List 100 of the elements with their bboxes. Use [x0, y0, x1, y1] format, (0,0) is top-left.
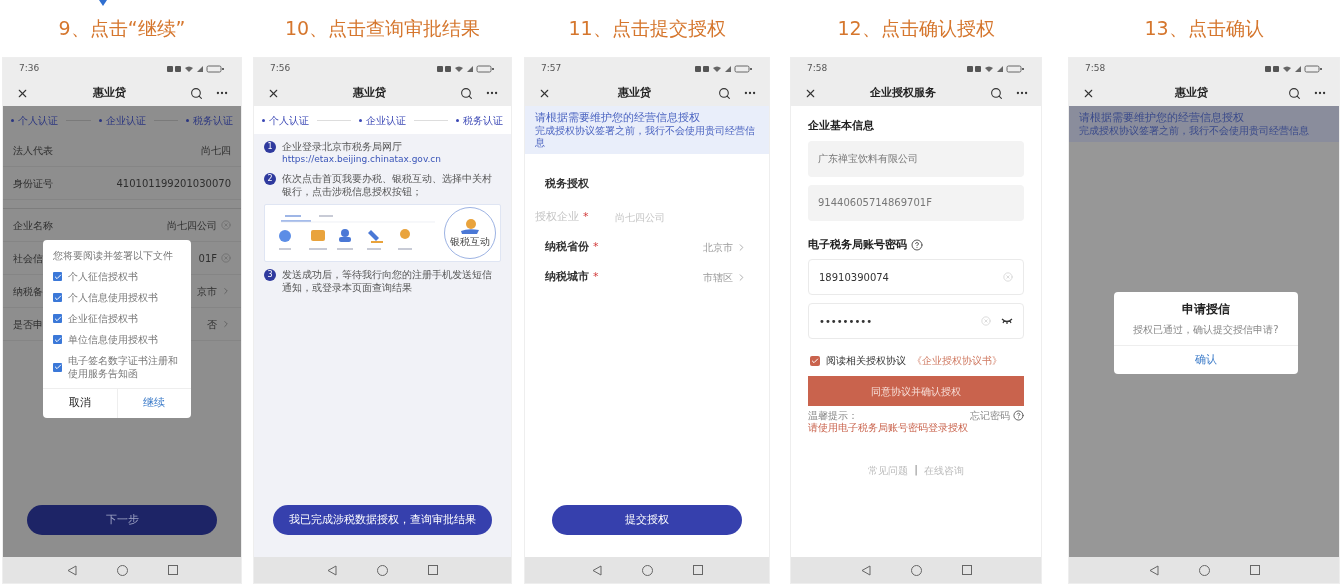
dialog-button[interactable]: 确认 [1114, 346, 1298, 374]
step-caption: 13、点击确认 [1144, 16, 1264, 42]
required-mark: * [583, 209, 589, 226]
required-mark: * [593, 269, 599, 286]
status-time: 7:56 [270, 62, 291, 76]
row-value: 尚七四公司 [167, 218, 217, 233]
row-value: 尚七四 [201, 143, 231, 158]
input-value: ••••••••• [819, 314, 874, 329]
home-icon[interactable] [1198, 564, 1210, 576]
dialog-message: 您将要阅读并签署以下文件 [52, 249, 174, 263]
home-icon[interactable] [641, 564, 653, 576]
page-title: 惠业贷 [92, 84, 126, 101]
search-icon [1287, 86, 1301, 100]
section-heading: 税务授权 [544, 176, 590, 192]
help-icon[interactable] [911, 238, 923, 251]
tip-text: 请使用电子税务局账号密码登录授权 [808, 422, 968, 434]
select-field[interactable]: 北京市 [703, 240, 747, 255]
status-time: 7:58 [807, 62, 828, 76]
hand-coin-icon [460, 219, 480, 235]
agreement-text: 阅读相关授权协议 [826, 354, 906, 368]
status-icons-drawing [167, 65, 225, 73]
page-title: 惠业贷 [617, 84, 651, 101]
step-caption: 9、点击“继续” [58, 16, 186, 42]
confirm-authorization-button[interactable]: 同意协议并确认授权 [808, 376, 1024, 406]
input-field[interactable]: ••••••••• [808, 303, 1024, 339]
status-time: 7:58 [1085, 62, 1106, 76]
search-button[interactable] [1287, 86, 1301, 100]
required-mark: * [593, 239, 599, 256]
primary-button[interactable]: 下一步 [27, 505, 217, 535]
select-field[interactable]: 市辖区 [703, 270, 747, 285]
row-value: 410101199201030070 [116, 176, 231, 191]
step-label: 税务认证 [193, 113, 233, 128]
forgot-password-link[interactable]: 忘记密码 [970, 410, 1010, 422]
recents-icon[interactable] [961, 565, 972, 575]
status-icons-drawing [967, 65, 1025, 73]
portal-link[interactable]: https://etax.beijing.chinatax.gov.cn [282, 153, 442, 166]
row-label: 纳税备 [13, 284, 43, 299]
instruction-text: 企业登录北京市税务局网厅 [282, 140, 403, 153]
recents-icon[interactable] [1249, 565, 1260, 575]
row-label: 身份证号 [13, 176, 53, 191]
banner-note: 完成授权协议签署之前，我行不会使用贵司经营信息 [535, 125, 756, 149]
banner-heading: 请根据需要维护您的经营信息授权 [1079, 111, 1245, 125]
search-button[interactable] [189, 86, 203, 100]
back-icon[interactable] [1148, 564, 1159, 576]
status-icons-drawing [437, 65, 495, 73]
dialog-button[interactable]: 取消 [43, 389, 117, 418]
link-separator: | [914, 462, 918, 478]
home-icon[interactable] [910, 564, 922, 576]
recents-icon[interactable] [167, 565, 178, 575]
readonly-field: 91440605714869701F [808, 184, 1024, 221]
help-icon[interactable] [1013, 410, 1024, 421]
home-icon[interactable] [377, 564, 388, 576]
search-button[interactable] [717, 86, 731, 100]
banner-heading: 请根据需要维护您的经营信息授权 [535, 111, 701, 125]
recents-icon[interactable] [428, 565, 438, 575]
dialog-button[interactable]: 继续 [116, 389, 191, 418]
home-icon[interactable] [116, 564, 128, 576]
search-button[interactable] [459, 86, 473, 100]
search-icon [189, 86, 203, 100]
input-field[interactable]: 18910390074 [808, 259, 1024, 295]
instruction-text: 依次点击首页我要办税、银税互动、选择中关村银行，点击涉税信息授权按钮； [282, 172, 493, 198]
checkbox[interactable] [53, 335, 62, 344]
highlight-label: 银税互动 [450, 236, 490, 247]
agreement-link[interactable]: 《企业授权协议书》 [912, 353, 1002, 368]
document-label: 个人信息使用授权书 [68, 291, 158, 304]
back-icon[interactable] [327, 564, 337, 576]
banner-note: 完成授权协议签署之前，我行不会使用贵司经营信息 [1079, 125, 1310, 137]
back-icon[interactable] [66, 564, 77, 576]
input-value: 18910390074 [819, 270, 890, 285]
step-label: 个人认证 [269, 113, 309, 128]
chevron-icon [221, 286, 231, 296]
row-label: 法人代表 [13, 143, 53, 158]
field-label: 纳税城市 [545, 269, 589, 286]
dialog-message: 授权已通过，确认提交授信申请? [1133, 323, 1279, 337]
checkbox[interactable] [53, 293, 62, 302]
eye-closed-icon[interactable] [1001, 318, 1013, 324]
page-title: 惠业贷 [353, 84, 386, 101]
checkbox[interactable] [53, 272, 62, 281]
step-number: 3 [264, 269, 276, 281]
row-value: 否 [207, 317, 217, 332]
agreement-checkbox[interactable] [810, 355, 820, 366]
pointer-marker-icon [99, 0, 107, 6]
recents-icon[interactable] [692, 565, 703, 575]
step-number: 1 [264, 141, 276, 153]
search-icon [717, 86, 731, 100]
dialog-title: 申请授信 [1182, 301, 1230, 318]
row-label: 是否申 [13, 317, 43, 332]
search-icon [989, 86, 1003, 100]
row-label: 社会信 [13, 251, 43, 266]
back-icon[interactable] [591, 564, 602, 576]
checkbox[interactable] [53, 314, 62, 323]
primary-button[interactable]: 我已完成涉税数据授权，查询审批结果 [273, 505, 492, 535]
checkbox[interactable] [53, 362, 62, 372]
primary-button[interactable]: 提交授权 [552, 505, 742, 535]
search-button[interactable] [989, 86, 1003, 100]
section-heading: 企业基本信息 [808, 118, 875, 134]
back-icon[interactable] [860, 564, 871, 576]
status-icons-drawing [1265, 65, 1323, 73]
page-title: 企业授权服务 [870, 84, 936, 101]
field-label: 纳税省份 [545, 239, 589, 256]
